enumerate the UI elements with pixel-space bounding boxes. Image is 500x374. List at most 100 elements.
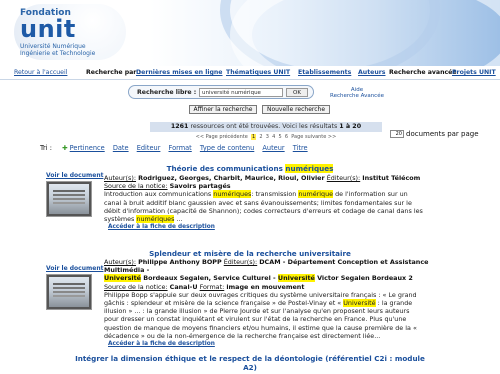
desc-line: débit d'information (capacité de Shannon… — [104, 206, 423, 215]
header-banner: Fondation unit Université Numérique Ingé… — [0, 0, 500, 66]
desc-highlight: Université — [343, 299, 376, 308]
nav-institutions-link[interactable]: Etablissements — [298, 69, 351, 76]
per-page-control: 20 documents par page — [390, 130, 479, 138]
editor-highlight: Université — [277, 274, 315, 283]
sort-date[interactable]: Date — [113, 144, 129, 152]
result-details: Auteur(s): Rodriguez, Georges, Charbit, … — [104, 174, 464, 231]
pager-page-current[interactable]: 1 — [251, 134, 257, 140]
desc-line: question de manque de moyens financiers … — [104, 323, 417, 332]
nav-themes-link[interactable]: Thématiques UNIT — [226, 69, 290, 76]
result-meta-authors: Auteur(s): Philippe Anthony BOPP Éditeur… — [104, 258, 464, 274]
banner-decoration — [230, 0, 500, 66]
desc-line: Philippe Bopp s'appuie sur deux ouvrages… — [104, 290, 417, 299]
free-search-input[interactable]: université numérique — [199, 88, 283, 97]
advanced-search-help-link[interactable]: Aide Recherche Avancée — [330, 87, 384, 99]
document-thumbnail[interactable] — [46, 274, 92, 310]
editor-label: Éditeur(s): — [223, 258, 258, 266]
free-search-label: Recherche libre : — [137, 89, 197, 96]
desc-text: : la grande — [375, 299, 413, 308]
result-title-text: Théorie des communications — [166, 164, 286, 173]
search-area: Recherche libre : université numérique O… — [0, 81, 500, 119]
desc-text: ... — [174, 215, 183, 224]
desc-text: Introduction aux communications — [104, 190, 214, 199]
result-meta-editor-cont: Université Bordeaux Segalen, Service Cul… — [104, 274, 464, 283]
desc-line: illusion » ... : la grande illusion » de… — [104, 307, 410, 316]
source-value: Savoirs partagés — [169, 182, 231, 191]
sort-type-contenu[interactable]: Type de contenu — [200, 144, 254, 152]
sort-titre[interactable]: Titre — [293, 144, 308, 152]
results-range: 1 à 20 — [339, 123, 362, 130]
authors-label: Auteur(s): — [104, 174, 137, 182]
result-meta-source: Source de la notice: Savoirs partagés — [104, 182, 464, 190]
pager-next[interactable]: Page suivante >> — [291, 134, 336, 140]
per-page-select[interactable]: 20 — [390, 130, 404, 138]
authors-value: Philippe Anthony BOPP — [138, 258, 222, 266]
sort-label: Tri : — [40, 144, 52, 152]
result-meta-authors: Auteur(s): Rodriguez, Georges, Charbit, … — [104, 174, 464, 182]
desc-text: gâchis : splendeur et misère de la scien… — [104, 299, 344, 308]
pagination: << Page précédente 1 2 3 4 5 6 Page suiv… — [150, 133, 382, 141]
sort-auteur[interactable]: Auteur — [262, 144, 284, 152]
description-sheet-link[interactable]: Accéder à la fiche de description — [108, 223, 464, 231]
result-details: Auteur(s): Philippe Anthony BOPP Éditeur… — [104, 258, 464, 348]
results-count-text: ressources ont été trouvées. Voici les r… — [190, 123, 338, 130]
view-document-link[interactable]: Voir le document — [46, 265, 103, 272]
result-meta-source: Source de la notice: Canal-U Format: ima… — [104, 283, 464, 291]
result-description: Philippe Bopp s'appuie sur deux ouvrages… — [104, 291, 464, 340]
format-label: Format: — [199, 282, 225, 291]
source-label: Source de la notice: — [104, 282, 168, 291]
desc-text: de l'information sur un — [333, 190, 408, 199]
per-page-label: documents par page — [406, 130, 479, 138]
search-ok-button[interactable]: OK — [286, 88, 308, 97]
source-value: Canal-U — [169, 282, 198, 291]
editor-value: Institut Télécom — [362, 174, 421, 182]
view-document-link[interactable]: Voir le document — [46, 172, 103, 179]
main-nav: Retour à l'accueil Recherche par : Derni… — [0, 66, 500, 80]
sort-editeur[interactable]: Editeur — [137, 144, 161, 152]
logo-subtitle-2: Ingénierie et Technologie — [20, 50, 96, 57]
unit-logo[interactable]: Fondation unit Université Numérique Ingé… — [14, 4, 134, 62]
advanced-search-label: Recherche avancée — [389, 69, 457, 76]
result-description: Introduction aux communications numériqu… — [104, 190, 464, 224]
sort-arrow-icon: ✚ — [62, 144, 68, 152]
search-by-label: Recherche par : — [86, 69, 141, 76]
result-title-line: A2) — [243, 363, 257, 372]
back-home-link[interactable]: Retour à l'accueil — [14, 69, 67, 76]
pager-page[interactable]: 6 — [285, 134, 288, 140]
editor-value: Victor Segalen Bordeaux 2 — [314, 274, 413, 283]
logo-subtitle-1: Université Numérique — [20, 43, 86, 50]
editor-highlight: Université — [104, 274, 141, 283]
pager-page[interactable]: 3 — [266, 134, 269, 140]
help-line-2: Recherche Avancée — [330, 93, 384, 99]
results-summary: 1261 ressources ont été trouvées. Voici … — [150, 122, 382, 132]
desc-highlight: numérique — [298, 190, 334, 199]
desc-line: pour dresser un constat inquiétant et vi… — [104, 315, 407, 324]
pager-page[interactable]: 2 — [259, 134, 262, 140]
new-search-button[interactable]: Nouvelle recherche — [262, 105, 330, 114]
refine-search-button[interactable]: Affiner la recherche — [189, 105, 257, 114]
logo-unit: unit — [20, 15, 76, 43]
authors-value: Rodriguez, Georges, Charbit, Maurice, Ri… — [138, 174, 325, 182]
description-sheet-link[interactable]: Accéder à la fiche de description — [108, 340, 464, 348]
desc-highlight: numériques — [136, 215, 175, 224]
authors-label: Auteur(s): — [104, 258, 137, 266]
sort-format[interactable]: Format — [169, 144, 192, 152]
result-title[interactable]: Intégrer la dimension éthique et le resp… — [0, 354, 500, 372]
result-title[interactable]: Splendeur et misère de la recherche univ… — [0, 249, 500, 258]
pager-page[interactable]: 4 — [272, 134, 275, 140]
nav-latest-link[interactable]: Dernières mises en ligne — [136, 69, 223, 76]
desc-text: : transmission — [251, 190, 299, 199]
format-value: image en mouvement — [226, 282, 305, 291]
sort-bar: Tri : ✚ Pertinence Date Editeur Format T… — [40, 143, 314, 153]
nav-projects-link[interactable]: Projets UNIT — [452, 69, 496, 76]
editor-label: Éditeur(s): — [326, 174, 361, 182]
document-thumbnail[interactable] — [46, 181, 92, 217]
pager-prev[interactable]: << Page précédente — [196, 134, 248, 140]
result-title-line: Intégrer la dimension éthique et le resp… — [75, 354, 425, 363]
desc-line: canal à bruit additif blanc gaussien ave… — [104, 198, 412, 207]
nav-authors-link[interactable]: Auteurs — [358, 69, 386, 76]
sort-pertinence[interactable]: Pertinence — [70, 144, 105, 152]
editor-value: Bordeaux Segalen, Service Culturel - — [140, 274, 278, 283]
results-count: 1261 — [170, 123, 189, 130]
pager-page[interactable]: 5 — [279, 134, 282, 140]
